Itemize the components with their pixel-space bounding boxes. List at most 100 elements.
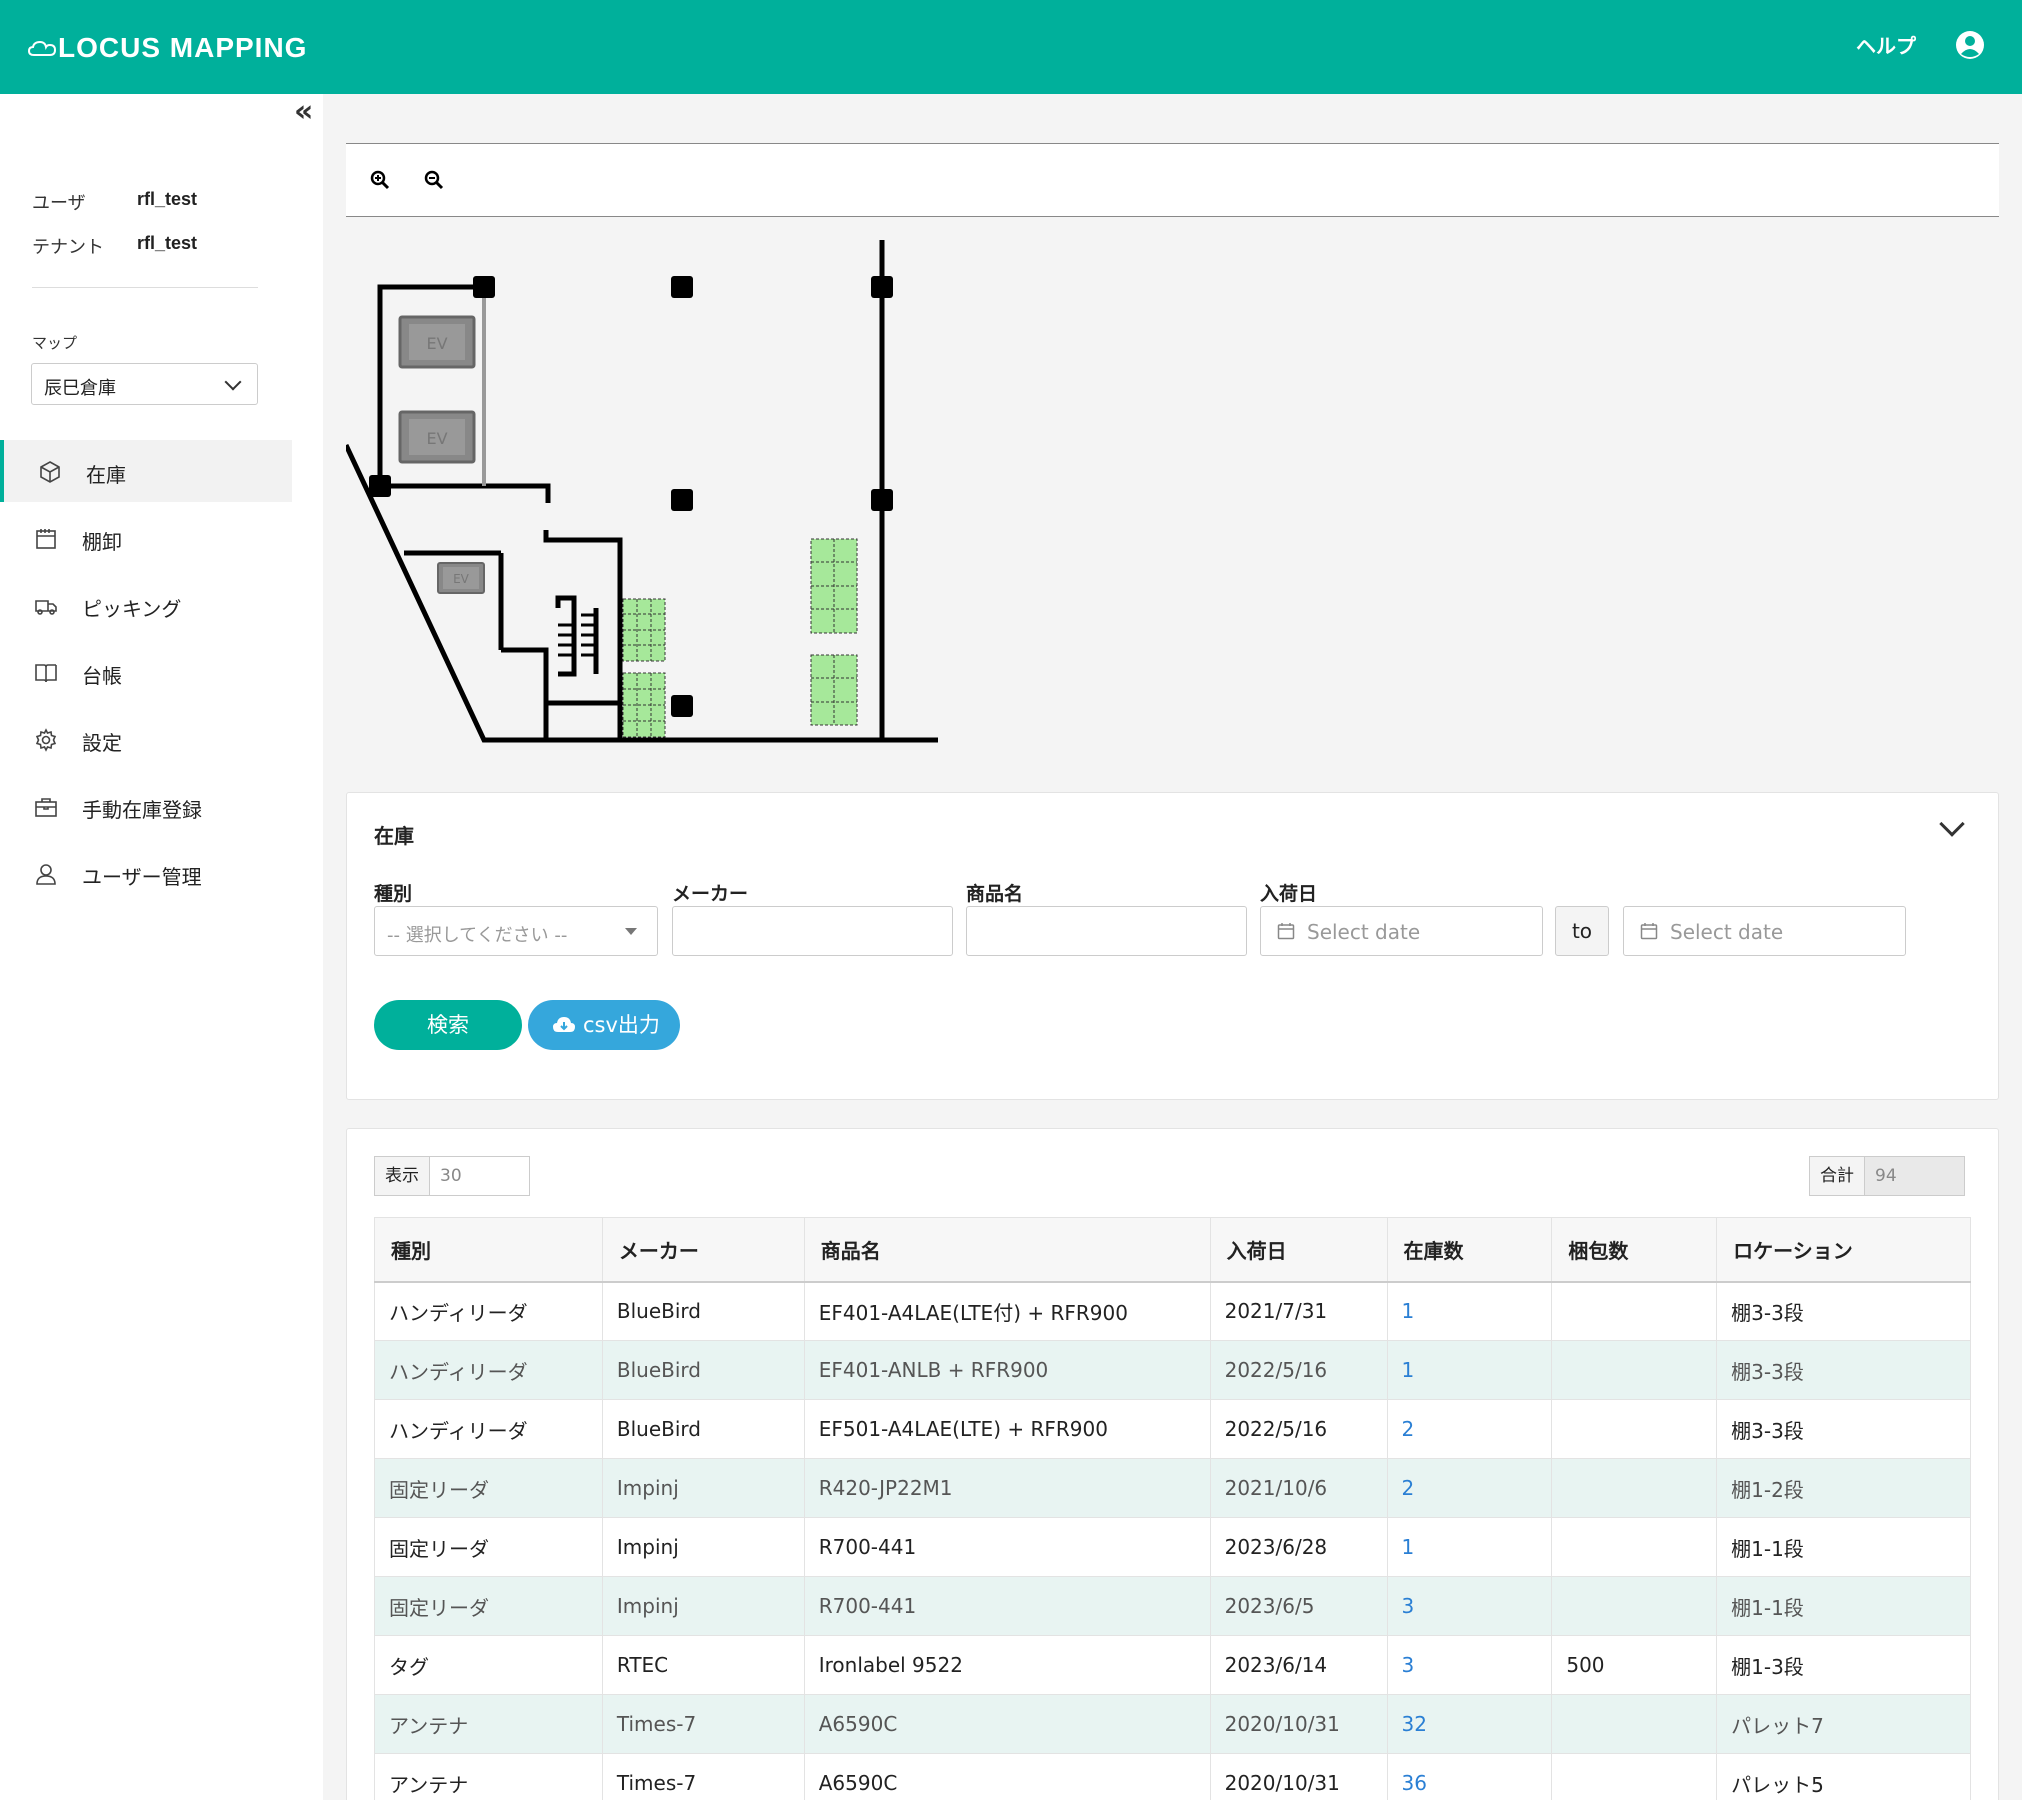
elevator-icon: EV	[398, 410, 476, 464]
collapse-sidebar-icon[interactable]: «	[294, 97, 318, 127]
cell-type: 固定リーダ	[374, 1576, 603, 1636]
shelf-area[interactable]	[810, 654, 858, 726]
cell-pack-count	[1551, 1281, 1718, 1341]
date-from-placeholder: Select date	[1307, 920, 1421, 944]
table-row[interactable]: 固定リーダ Impinj R420-JP22M1 2021/10/6 2 棚1-…	[374, 1458, 1971, 1518]
column-header[interactable]: 入荷日	[1209, 1217, 1388, 1283]
nav-item-inventory[interactable]: 在庫	[0, 440, 292, 502]
map-select[interactable]: 辰巳倉庫	[31, 363, 258, 405]
total-group: 合計 94	[1809, 1156, 1965, 1196]
table-row[interactable]: ハンディリーダ BlueBird EF401-ANLB + RFR900 202…	[374, 1340, 1971, 1400]
cell-arrival-date: 2022/5/16	[1209, 1399, 1388, 1459]
cell-stock-link[interactable]: 2	[1386, 1458, 1553, 1518]
user-icon	[36, 864, 56, 885]
cell-type: アンテナ	[374, 1694, 603, 1754]
cell-maker: Impinj	[601, 1576, 805, 1636]
csv-export-button[interactable]: csv出力	[528, 1000, 680, 1050]
table-row[interactable]: タグ RTEC Ironlabel 9522 2023/6/14 3 500 棚…	[374, 1635, 1971, 1695]
nav-item-stocktake[interactable]: 棚卸	[0, 507, 292, 569]
column-header[interactable]: ロケーション	[1716, 1217, 1971, 1283]
date-to-input[interactable]: Select date	[1623, 906, 1906, 956]
table-row[interactable]: アンテナ Times-7 A6590C 2020/10/31 32 パレット7	[374, 1694, 1971, 1754]
table-row[interactable]: ハンディリーダ BlueBird EF401-A4LAE(LTE付) + RFR…	[374, 1281, 1971, 1341]
page-size-input[interactable]: 30	[430, 1156, 530, 1196]
cell-arrival-date: 2021/10/6	[1209, 1458, 1388, 1518]
cell-arrival-date: 2023/6/5	[1209, 1576, 1388, 1636]
column-header[interactable]: 商品名	[803, 1217, 1211, 1283]
cell-stock-link[interactable]: 36	[1386, 1753, 1553, 1800]
cell-maker: RTEC	[601, 1635, 805, 1695]
nav-item-user-management[interactable]: ユーザー管理	[0, 842, 292, 904]
table-row[interactable]: アンテナ Times-7 A6590C 2020/10/31 36 パレット5	[374, 1753, 1971, 1800]
sidebar: « ユーザ rfl_test テナント rfl_test マップ 辰巳倉庫 在庫…	[0, 94, 323, 1800]
cell-type: 固定リーダ	[374, 1458, 603, 1518]
type-select[interactable]: -- 選択してください --	[374, 906, 658, 956]
total-value: 94	[1865, 1156, 1965, 1196]
column-header[interactable]: 種別	[374, 1217, 603, 1283]
table-row[interactable]: ハンディリーダ BlueBird EF501-A4LAE(LTE) + RFR9…	[374, 1399, 1971, 1459]
nav-item-manual-registration[interactable]: 手動在庫登録	[0, 775, 292, 837]
elevator-label: EV	[426, 429, 447, 448]
cell-pack-count	[1551, 1753, 1718, 1800]
cell-pack-count: 500	[1551, 1635, 1718, 1695]
maker-input[interactable]	[672, 906, 953, 956]
column-header[interactable]: 梱包数	[1551, 1217, 1718, 1283]
cell-product: EF401-A4LAE(LTE付) + RFR900	[803, 1281, 1211, 1341]
cell-stock-link[interactable]: 3	[1386, 1635, 1553, 1695]
cell-stock-link[interactable]: 32	[1386, 1694, 1553, 1754]
app-title: LOCUS MAPPING	[58, 32, 308, 63]
nav-item-settings[interactable]: 設定	[0, 708, 292, 770]
nav-item-picking[interactable]: ピッキング	[0, 574, 292, 636]
caret-down-icon	[625, 928, 637, 935]
tenant-value: rfl_test	[137, 233, 198, 253]
cell-arrival-date: 2020/10/31	[1209, 1694, 1388, 1754]
nav-item-label: 手動在庫登録	[82, 798, 202, 822]
cell-stock-link[interactable]: 1	[1386, 1517, 1553, 1577]
nav-item-label: ピッキング	[82, 597, 182, 621]
cell-product: A6590C	[803, 1753, 1211, 1800]
date-from-input[interactable]: Select date	[1260, 906, 1543, 956]
shelf-area[interactable]	[622, 598, 666, 662]
table-row[interactable]: 固定リーダ Impinj R700-441 2023/6/5 3 棚1-1段	[374, 1576, 1971, 1636]
help-link[interactable]: ヘルプ	[1856, 30, 1916, 59]
cell-stock-link[interactable]: 2	[1386, 1399, 1553, 1459]
app-logo[interactable]: LOCUS MAPPING	[28, 30, 307, 66]
cell-arrival-date: 2022/5/16	[1209, 1340, 1388, 1400]
cell-product: R700-441	[803, 1517, 1211, 1577]
map-label: マップ	[32, 334, 78, 352]
cell-arrival-date: 2020/10/31	[1209, 1753, 1388, 1800]
product-input[interactable]	[966, 906, 1247, 956]
zoom-out-button[interactable]	[412, 158, 456, 202]
shelf-area[interactable]	[622, 672, 666, 738]
nav-item-ledger[interactable]: 台帳	[0, 641, 292, 703]
sidebar-divider	[32, 287, 258, 288]
calendar-icon	[36, 529, 56, 549]
map-toolbar	[346, 143, 1999, 217]
cell-stock-link[interactable]: 3	[1386, 1576, 1553, 1636]
nav-item-label: ユーザー管理	[82, 865, 202, 889]
zoom-in-button[interactable]	[358, 158, 402, 202]
product-label: 商品名	[966, 883, 1024, 905]
cell-type: アンテナ	[374, 1753, 603, 1800]
tenant-label: テナント	[32, 237, 104, 258]
cell-type: タグ	[374, 1635, 603, 1695]
cloud-download-icon	[553, 1017, 575, 1032]
search-button[interactable]: 検索	[374, 1000, 522, 1050]
column-header[interactable]: 在庫数	[1386, 1217, 1553, 1283]
cell-arrival-date: 2021/7/31	[1209, 1281, 1388, 1341]
elevator-label: EV	[426, 334, 447, 353]
cell-location: 棚1-1段	[1716, 1576, 1971, 1636]
total-label: 合計	[1809, 1156, 1865, 1196]
chevron-down-icon[interactable]	[1939, 811, 1965, 837]
cell-pack-count	[1551, 1517, 1718, 1577]
floor-map[interactable]: EV EV EV	[346, 230, 946, 750]
cell-pack-count	[1551, 1458, 1718, 1518]
cell-stock-link[interactable]: 1	[1386, 1281, 1553, 1341]
cell-maker: BlueBird	[601, 1399, 805, 1459]
cloud-icon	[28, 40, 56, 56]
cell-stock-link[interactable]: 1	[1386, 1340, 1553, 1400]
shelf-area[interactable]	[810, 538, 858, 634]
account-icon[interactable]	[1955, 30, 1985, 60]
table-row[interactable]: 固定リーダ Impinj R700-441 2023/6/28 1 棚1-1段	[374, 1517, 1971, 1577]
column-header[interactable]: メーカー	[601, 1217, 805, 1283]
